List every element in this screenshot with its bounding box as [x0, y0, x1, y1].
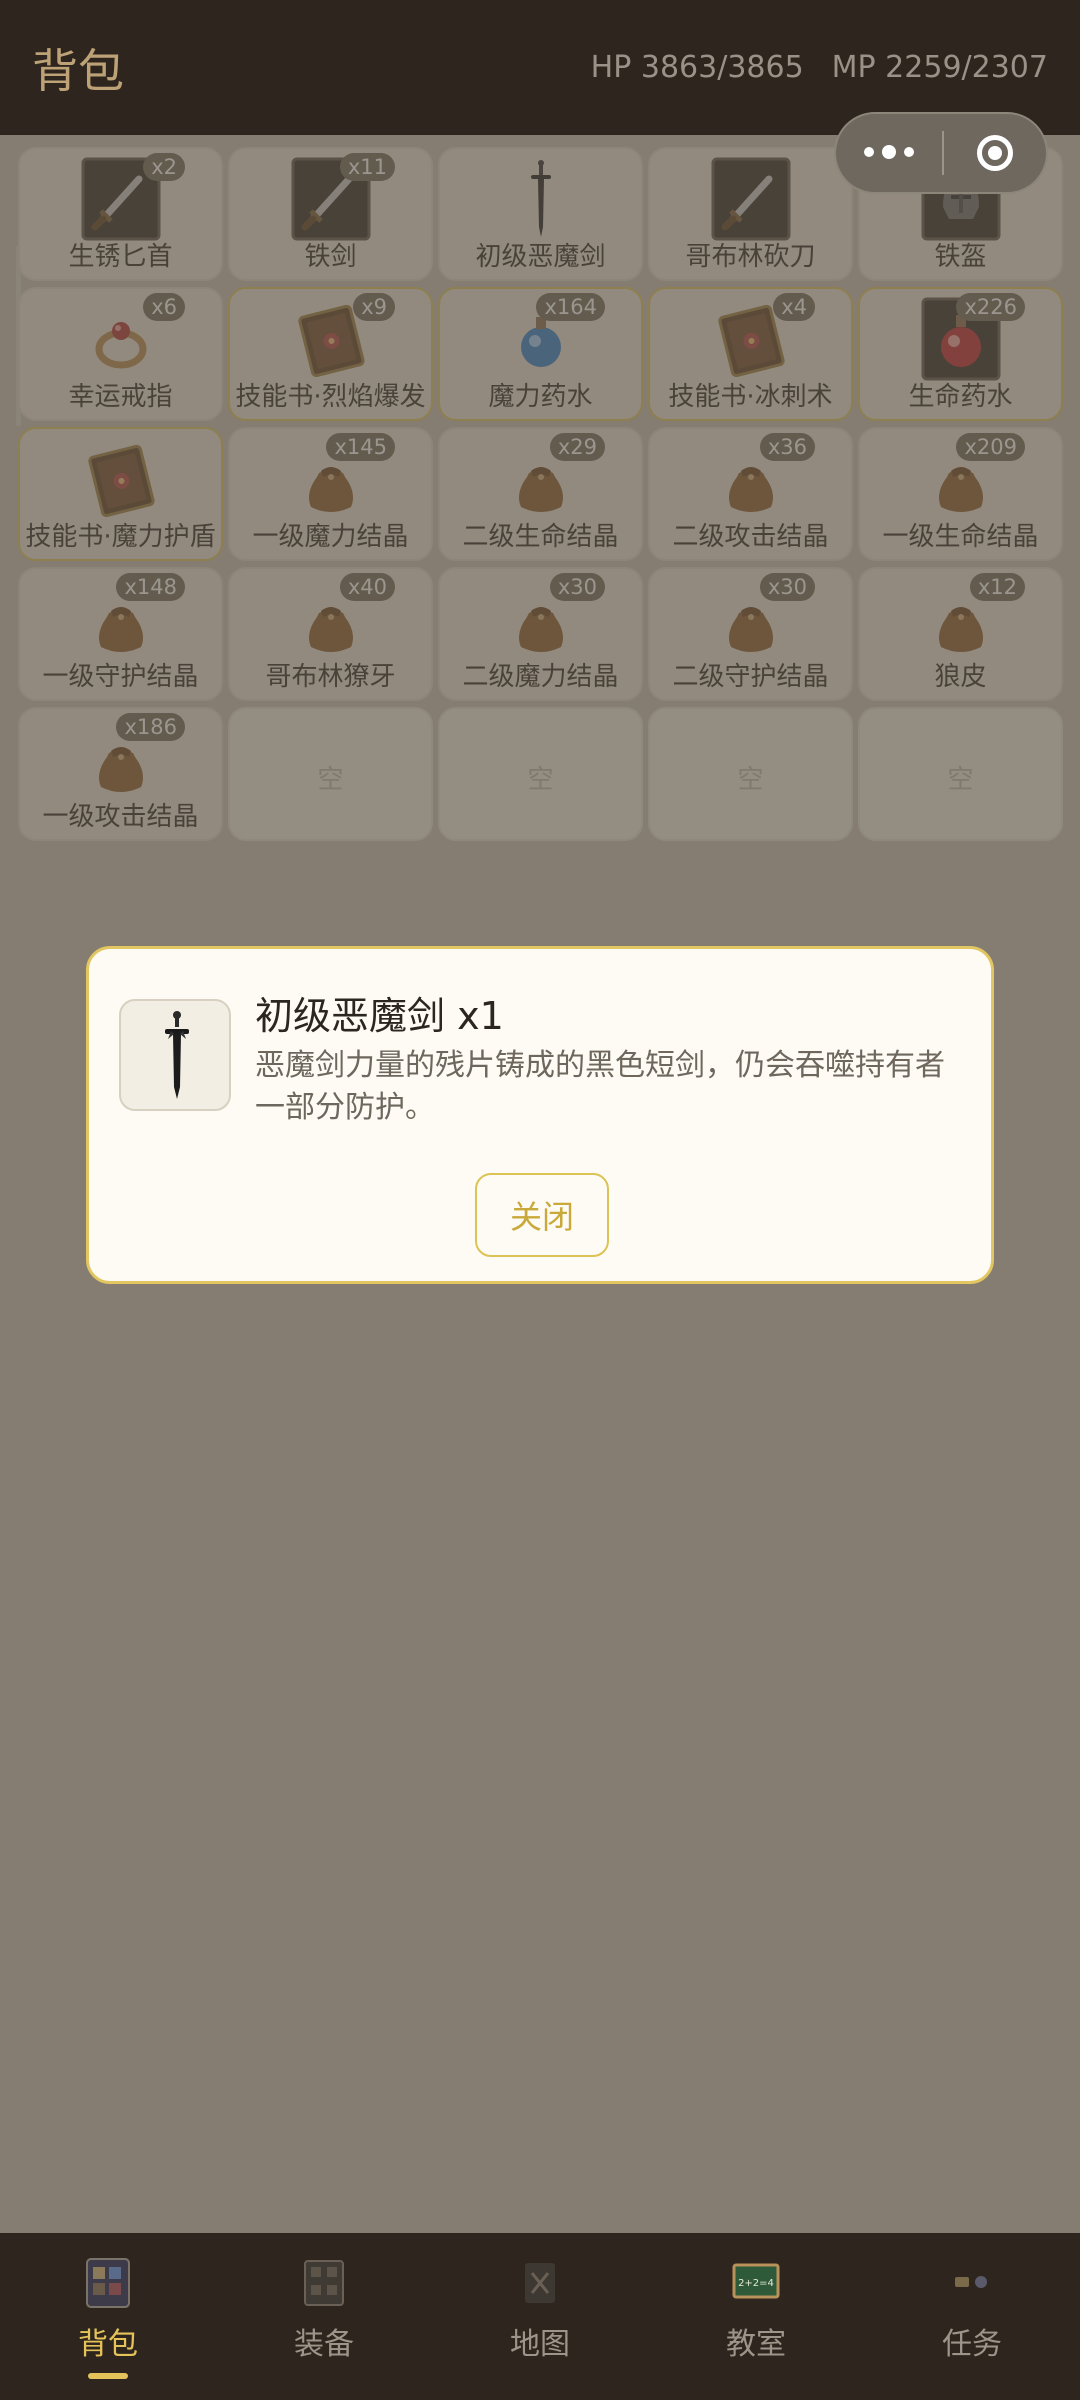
active-tab-indicator [88, 2373, 128, 2379]
tab-1[interactable]: 装备 [216, 2233, 432, 2400]
close-button[interactable]: 关闭 [475, 1173, 609, 1257]
mini-program-capsule [834, 112, 1048, 194]
page-title: 背包 [32, 43, 124, 98]
tab-label: 背包 [78, 2327, 138, 2362]
backpack-icon [83, 2255, 133, 2309]
tab-label: 地图 [510, 2327, 570, 2362]
hp-readout: HP 3863/3865 [590, 50, 804, 85]
tab-label: 装备 [294, 2327, 354, 2362]
svg-text:2+2=4: 2+2=4 [738, 2278, 774, 2289]
demon-sword-icon [165, 1011, 189, 1099]
close-miniprogram-icon[interactable] [944, 135, 1046, 171]
tab-label: 教室 [726, 2327, 786, 2362]
item-description: 恶魔剑力量的残片铸成的黑色短剑，仍会吞噬持有者一部分防护。 [255, 1048, 945, 1125]
mp-readout: MP 2259/2307 [831, 50, 1048, 85]
item-title: 初级恶魔剑 x1 [255, 994, 504, 1038]
map-icon [515, 2255, 565, 2309]
tab-2[interactable]: 地图 [432, 2233, 648, 2400]
equipment-icon [299, 2255, 349, 2309]
quest-icon [947, 2255, 997, 2309]
player-stats: HP 3863/3865 MP 2259/2307 [591, 50, 1048, 85]
tab-3[interactable]: 2+2=4 教室 [648, 2233, 864, 2400]
bottom-tab-bar: 背包 装备 地图 2+2=4 教室 任务 [0, 2233, 1080, 2400]
tab-0[interactable]: 背包 [0, 2233, 216, 2400]
blackboard-icon: 2+2=4 [731, 2255, 781, 2309]
item-detail-dialog: 初级恶魔剑 x1 恶魔剑力量的残片铸成的黑色短剑，仍会吞噬持有者一部分防护。 关… [86, 946, 994, 1284]
more-menu-icon[interactable] [836, 145, 942, 159]
item-thumbnail [119, 999, 231, 1111]
tab-label: 任务 [942, 2327, 1002, 2362]
tab-4[interactable]: 任务 [864, 2233, 1080, 2400]
